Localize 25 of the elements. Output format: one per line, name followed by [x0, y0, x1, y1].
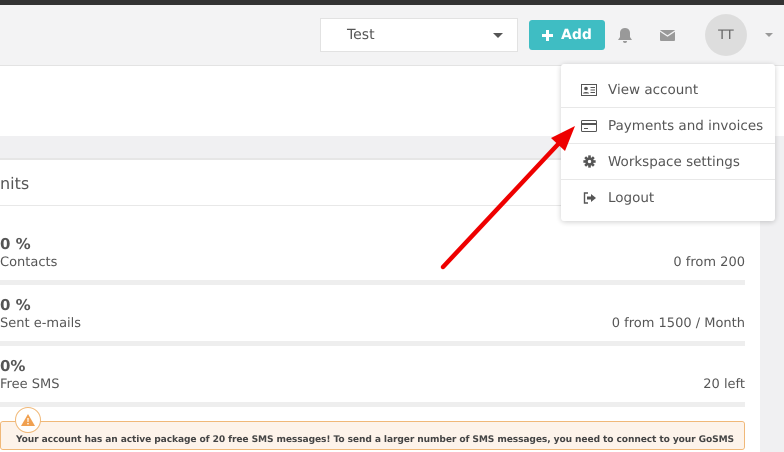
id-card-icon — [581, 84, 597, 96]
limit-name: Free SMS — [0, 376, 60, 394]
user-avatar[interactable]: TT — [704, 14, 747, 56]
limit-name: Sent e-mails — [0, 315, 82, 333]
warning-icon — [21, 414, 35, 426]
usage-count: 0 from 200 — [673, 254, 745, 272]
credit-card-icon — [581, 120, 597, 132]
dropdown-caret-icon — [493, 32, 503, 38]
menu-item[interactable]: Logout — [561, 179, 775, 215]
workspace-name: Test — [347, 27, 375, 43]
usage-percent: 0 % — [0, 234, 31, 254]
workspace-select[interactable]: Test — [320, 18, 518, 52]
logout-icon — [582, 192, 596, 204]
usage-count: 0 from 1500 / Month — [612, 315, 745, 333]
gear-icon — [582, 155, 596, 168]
usage-percent: 0 % — [0, 295, 31, 315]
limit-name: Contacts — [0, 254, 58, 272]
bell-icon[interactable] — [618, 28, 632, 42]
envelope-icon[interactable] — [660, 30, 675, 40]
plus-icon — [542, 30, 553, 40]
usage-percent: 0% — [0, 356, 26, 376]
caret-icon[interactable] — [764, 33, 773, 37]
menu-item[interactable]: View account — [561, 72, 775, 107]
usage-count: 20 left — [703, 376, 745, 394]
alert-message: Your account has an active package of 20 free SMS messages! To send a larger number of SMS messages, you need to connect to your GoSMS — [16, 435, 734, 445]
